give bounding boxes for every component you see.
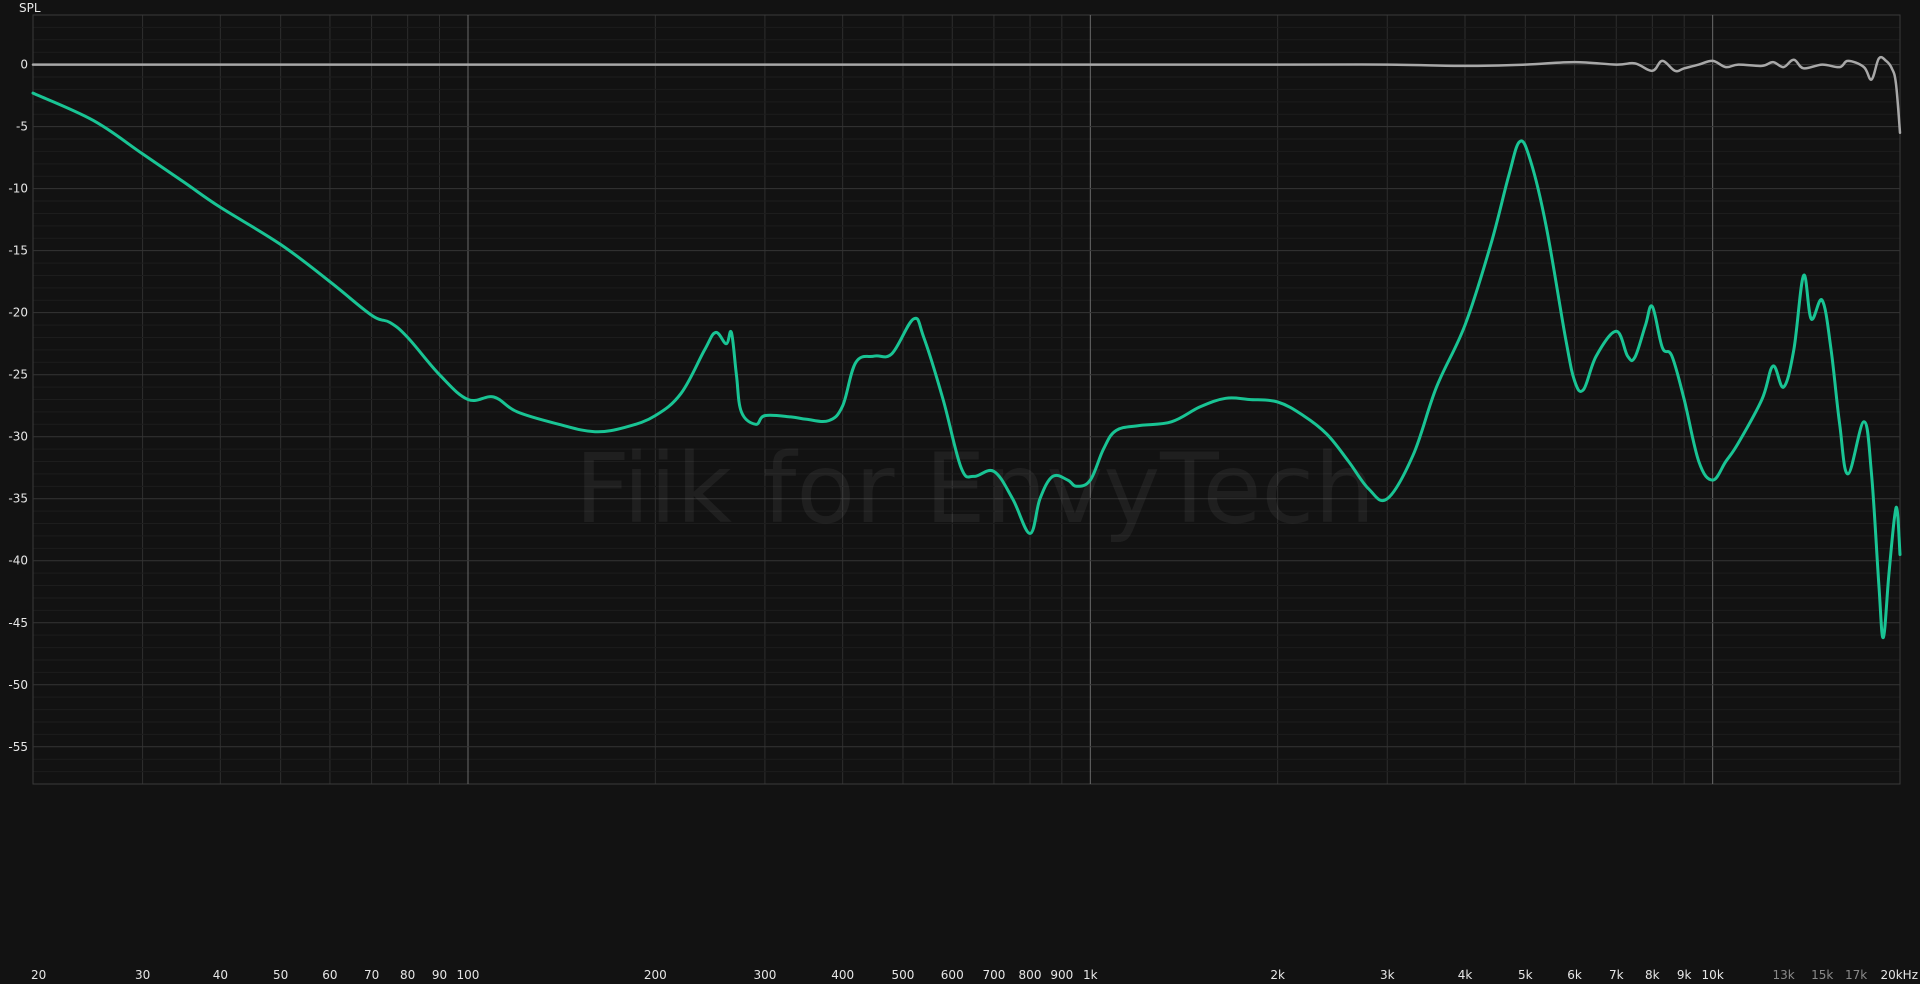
x-tick-label: 40 <box>213 968 228 982</box>
x-tick-label: 1k <box>1083 968 1098 982</box>
x-tick-label: 2k <box>1270 968 1285 982</box>
frequency-response-chart: Fiik for EnvyTech SPL 0 -5 -10 -15 -20 -25 -30… <box>0 0 1920 984</box>
y-tick-label: -35 <box>8 492 28 506</box>
y-tick-label: -30 <box>8 430 28 444</box>
x-tick-label: 4k <box>1458 968 1473 982</box>
x-tick-label: 20 <box>31 968 46 982</box>
x-tick-label: 300 <box>753 968 776 982</box>
x-tick-label: 70 <box>364 968 379 982</box>
y-tick-label: -50 <box>8 678 28 692</box>
x-tick-label: 900 <box>1050 968 1073 982</box>
x-tick-label: 13k <box>1772 968 1794 982</box>
y-tick-label: -25 <box>8 368 28 382</box>
x-tick-label: 90 <box>432 968 447 982</box>
watermark-text: Fiik for EnvyTech <box>575 433 1375 545</box>
x-tick-label: 400 <box>831 968 854 982</box>
y-tick-label: -20 <box>8 306 28 320</box>
x-tick-label: 600 <box>941 968 964 982</box>
x-tick-label: 6k <box>1567 968 1582 982</box>
x-tick-label: 17k <box>1845 968 1867 982</box>
x-tick-label: 60 <box>322 968 337 982</box>
x-tick-label: 800 <box>1019 968 1042 982</box>
y-tick-label: -10 <box>8 182 28 196</box>
x-tick-label: 9k <box>1677 968 1692 982</box>
x-tick-label: 15k <box>1811 968 1833 982</box>
y-axis-label: SPL <box>19 1 41 15</box>
y-tick-label: -45 <box>8 616 28 630</box>
y-tick-label: -40 <box>8 554 28 568</box>
y-tick-label: -15 <box>8 244 28 258</box>
x-tick-label: 50 <box>273 968 288 982</box>
x-tick-label: 100 <box>457 968 480 982</box>
y-tick-label: 0 <box>20 58 28 72</box>
x-tick-label: 500 <box>892 968 915 982</box>
x-tick-label: 80 <box>400 968 415 982</box>
y-tick-label: -55 <box>8 740 28 754</box>
x-tick-label: 200 <box>644 968 667 982</box>
x-tick-label: 7k <box>1609 968 1624 982</box>
x-tick-label: 5k <box>1518 968 1533 982</box>
x-tick-label: 3k <box>1380 968 1395 982</box>
x-tick-label: 8k <box>1645 968 1660 982</box>
x-tick-label: 30 <box>135 968 150 982</box>
x-tick-label: 20kHz <box>1880 968 1918 982</box>
x-tick-label: 10k <box>1702 968 1724 982</box>
y-tick-label: -5 <box>16 120 28 134</box>
x-tick-label: 700 <box>982 968 1005 982</box>
